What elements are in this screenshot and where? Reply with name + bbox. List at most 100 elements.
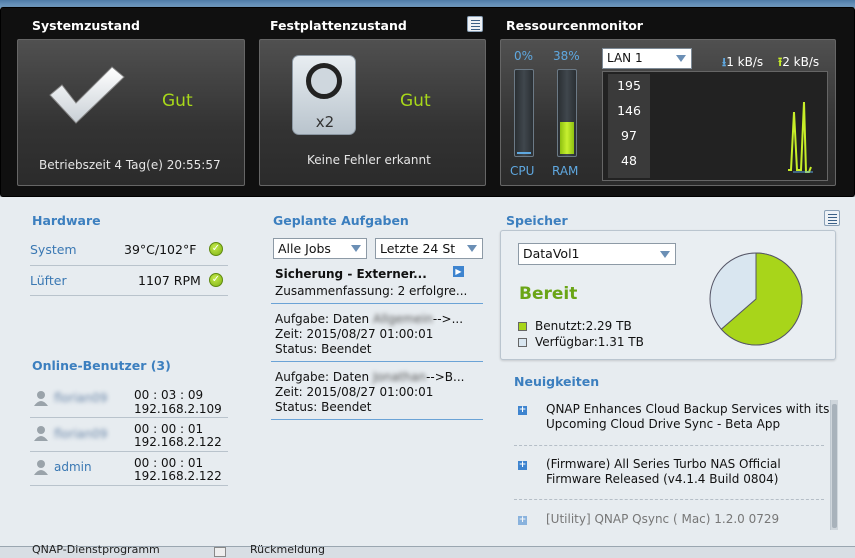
- window-icon[interactable]: [214, 547, 226, 557]
- hardware-fan-value: 1107 RPM: [138, 273, 201, 288]
- online-user-ip: 192.168.2.122: [134, 469, 222, 483]
- taskbar-item[interactable]: QNAP-Dienstprogramm: [32, 543, 160, 556]
- hard-disk-icon: x2: [292, 55, 356, 135]
- news-item-line1[interactable]: (Firmware) All Series Turbo NAS Official: [546, 457, 781, 471]
- divider: [30, 485, 228, 486]
- ok-check-icon: ✓: [209, 273, 223, 287]
- task-entry-time: Zeit: 2015/08/27 01:00:01: [275, 385, 434, 399]
- news-item-line2[interactable]: Firmware Released (v4.1.4 Build 0804): [546, 472, 778, 486]
- hardware-fan-label: Lüfter: [30, 273, 67, 288]
- system-status-title: Systemzustand: [32, 18, 140, 33]
- divider: [30, 295, 228, 296]
- scrollbar-thumb[interactable]: [832, 404, 837, 528]
- graph-tick: 195: [617, 78, 641, 93]
- volume-select[interactable]: DataVol1: [518, 243, 676, 265]
- news-item-line2[interactable]: Upcoming Cloud Drive Sync - Beta App: [546, 417, 780, 431]
- task-group-heading[interactable]: Sicherung - Externer...: [275, 267, 427, 281]
- graph-tick: 97: [621, 128, 637, 143]
- news-scrollbar[interactable]: [830, 400, 838, 530]
- news-item-line1[interactable]: QNAP Enhances Cloud Backup Services with…: [546, 402, 829, 416]
- task-entry-status: Status: Beendet: [275, 400, 372, 414]
- jobs-filter-value: Alle Jobs: [278, 241, 331, 256]
- online-user-name[interactable]: florian09: [54, 391, 107, 405]
- time-filter-value: Letzte 24 St: [380, 241, 456, 256]
- divider: [271, 303, 483, 304]
- network-graph: 195 146 97 48: [602, 71, 828, 181]
- lan-select-value: LAN 1: [607, 51, 643, 65]
- task-name-prefix: Aufgabe: Daten: [275, 312, 370, 326]
- time-filter-select[interactable]: Letzte 24 St: [375, 238, 483, 259]
- task-name-prefix: Aufgabe: Daten: [275, 370, 370, 384]
- graph-tick: 48: [621, 153, 637, 168]
- ram-bar: [557, 69, 577, 157]
- online-user-name[interactable]: florian09: [54, 427, 107, 441]
- online-user-ip: 192.168.2.122: [134, 435, 222, 449]
- expand-arrow-icon[interactable]: ▶: [453, 266, 464, 277]
- hardware-title: Hardware: [32, 213, 101, 228]
- divider: [271, 361, 483, 362]
- storage-used: Benutzt:2.29 TB: [535, 319, 632, 333]
- ram-label: RAM: [552, 164, 579, 178]
- divider: [30, 265, 228, 266]
- online-user-name[interactable]: admin: [54, 460, 92, 474]
- disk-status-title: Festplattenzustand: [270, 18, 407, 33]
- online-user-time: 00 : 00 : 01: [134, 456, 204, 470]
- divider: [30, 451, 228, 452]
- user-icon: [34, 425, 48, 444]
- list-menu-icon[interactable]: [467, 16, 483, 32]
- user-icon: [34, 390, 48, 409]
- task-name-redacted: Allgemein: [372, 312, 433, 326]
- divider: [271, 419, 483, 420]
- news-item-line1[interactable]: [Utility] QNAP Qsync ( Mac) 1.2.0 0729: [546, 512, 779, 526]
- expand-plus-icon[interactable]: +: [518, 461, 527, 470]
- chevron-down-icon: [660, 251, 670, 258]
- storage-pie-chart: [709, 252, 803, 346]
- list-menu-icon[interactable]: [824, 210, 840, 226]
- ram-percent: 38%: [553, 49, 580, 63]
- graph-tick: 146: [617, 103, 641, 118]
- uptime-text: Betriebszeit 4 Tag(e) 20:55:57: [39, 158, 221, 172]
- chevron-down-icon: [351, 245, 361, 252]
- scheduled-tasks-title: Geplante Aufgaben: [273, 213, 409, 228]
- storage-free: Verfügbar:1.31 TB: [535, 335, 644, 349]
- hardware-system-value: 39°C/102°F: [124, 242, 197, 257]
- task-entry-name: Aufgabe: Daten Jonathan-->B...: [275, 370, 464, 384]
- volume-value: DataVol1: [523, 246, 580, 261]
- cpu-label: CPU: [510, 164, 535, 178]
- system-status-text: Gut: [162, 91, 193, 111]
- ram-bar-fill: [560, 122, 574, 154]
- checkmark-icon: [49, 66, 125, 124]
- download-value: 1 kB/s: [726, 55, 764, 69]
- traffic-lines: [788, 101, 813, 173]
- cpu-percent: 0%: [514, 49, 534, 63]
- chevron-down-icon: [467, 245, 477, 252]
- task-name-suffix: -->...: [432, 312, 464, 326]
- resource-monitor-title: Ressourcenmonitor: [506, 18, 643, 33]
- divider: [514, 445, 824, 446]
- user-icon: [34, 459, 48, 478]
- free-legend-swatch: [518, 338, 527, 347]
- graph-axis: 195 146 97 48: [608, 74, 650, 178]
- online-users-title: Online-Benutzer (3): [32, 358, 171, 373]
- upload-value: 2 kB/s: [782, 55, 820, 69]
- expand-plus-icon[interactable]: +: [518, 406, 527, 415]
- cpu-bar-fill: [517, 152, 531, 154]
- task-summary: Zusammenfassung: 2 erfolgre...: [275, 284, 468, 298]
- ok-check-icon: ✓: [209, 242, 223, 256]
- taskbar: QNAP-Dienstprogramm Rückmeldung: [0, 543, 855, 558]
- disk-count: x2: [315, 113, 335, 131]
- jobs-filter-select[interactable]: Alle Jobs: [273, 238, 367, 259]
- disk-status-text: Gut: [400, 91, 431, 111]
- expand-plus-icon[interactable]: +: [518, 516, 527, 525]
- task-entry-time: Zeit: 2015/08/27 01:00:01: [275, 327, 434, 341]
- hardware-system-label: System: [30, 242, 77, 257]
- disk-message: Keine Fehler erkannt: [307, 153, 431, 167]
- cpu-bar: [514, 69, 534, 157]
- lan-select[interactable]: LAN 1: [602, 48, 692, 69]
- taskbar-item[interactable]: Rückmeldung: [250, 543, 325, 556]
- online-user-time: 00 : 00 : 01: [134, 422, 204, 436]
- chevron-down-icon: [676, 55, 686, 62]
- used-legend-swatch: [518, 322, 527, 331]
- task-entry-status: Status: Beendet: [275, 342, 372, 356]
- storage-status: Bereit: [519, 284, 578, 304]
